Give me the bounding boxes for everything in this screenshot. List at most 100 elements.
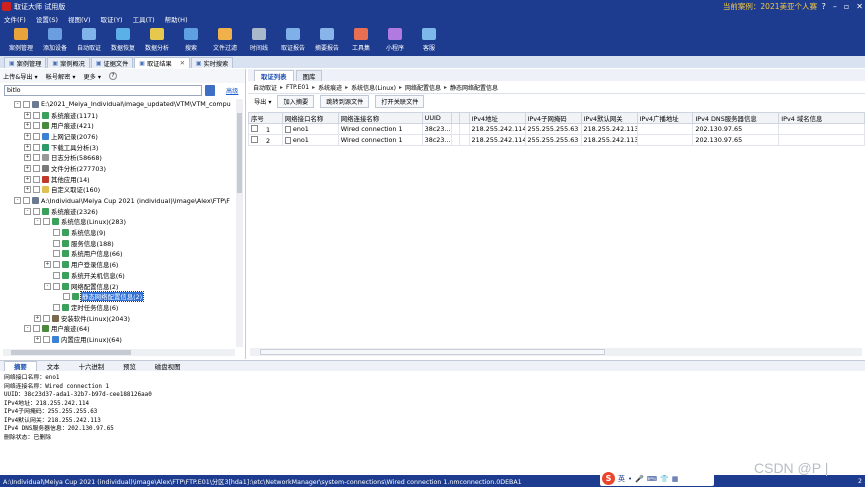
- results-action-button[interactable]: 加入摘要: [277, 94, 315, 108]
- results-horizontal-scrollbar[interactable]: [250, 348, 862, 356]
- tree-checkbox[interactable]: [23, 197, 30, 205]
- column-header[interactable]: IPv4广播地址: [636, 112, 694, 124]
- tree-node[interactable]: 系统开关机信息(6): [0, 270, 236, 281]
- tree-checkbox[interactable]: [33, 325, 40, 333]
- table-row[interactable]: 1 eno1 Wired connection 1 38c23... 218.255.2…: [248, 123, 865, 135]
- tree-checkbox[interactable]: [33, 164, 40, 172]
- results-tab[interactable]: 图库: [295, 70, 323, 81]
- tree-checkbox[interactable]: [33, 207, 40, 215]
- expand-icon[interactable]: +: [24, 132, 31, 140]
- main-tab[interactable]: ▣ 案例管理: [4, 57, 47, 68]
- tree-checkbox[interactable]: [43, 218, 50, 226]
- row-checkbox[interactable]: [251, 135, 258, 143]
- results-action-button[interactable]: 打开关联文件: [375, 94, 425, 108]
- expand-icon[interactable]: +: [24, 111, 31, 119]
- menu-item[interactable]: 设置(S): [36, 14, 58, 24]
- tree-checkbox[interactable]: [23, 100, 30, 108]
- column-header[interactable]: [450, 112, 460, 124]
- collapse-icon[interactable]: -: [44, 282, 51, 290]
- tree-checkbox[interactable]: [43, 335, 50, 343]
- column-header[interactable]: IPv4默认网关: [580, 112, 638, 124]
- breadcrumb-item[interactable]: 网络配置信息: [405, 83, 441, 92]
- tree-node[interactable]: - A:\Individual\Meiya Cup 2021 (individua…: [0, 195, 236, 206]
- help-icon[interactable]: ?: [108, 72, 117, 80]
- tree-vertical-scrollbar[interactable]: [236, 99, 243, 347]
- skin-icon[interactable]: 👕: [660, 475, 669, 483]
- detail-tab[interactable]: 文本: [38, 361, 69, 371]
- toolbar-button[interactable]: 案例管理: [4, 24, 38, 56]
- main-tab[interactable]: ▣ 证据文件: [90, 57, 134, 68]
- advanced-search-link[interactable]: 高级: [226, 86, 238, 95]
- toolbar-button[interactable]: 文件过滤: [208, 24, 242, 56]
- tree-node[interactable]: + 用户登录信息(6): [0, 259, 236, 270]
- tree-checkbox[interactable]: [63, 293, 70, 301]
- scroll-thumb[interactable]: [237, 113, 242, 193]
- menu-item[interactable]: 文件(F): [4, 14, 26, 24]
- column-header[interactable]: IPv4 DNS服务器信息: [692, 112, 780, 124]
- tree-node[interactable]: + 文件分析(277703): [0, 163, 236, 174]
- table-row[interactable]: 2 eno1 Wired connection 1 38c23... 218.255.2…: [248, 134, 865, 146]
- main-tab[interactable]: ▣ 取证结果 ✕: [134, 57, 190, 68]
- tree-checkbox[interactable]: [53, 250, 60, 258]
- column-header[interactable]: IPv4子网掩码: [524, 112, 582, 124]
- collapse-icon[interactable]: -: [24, 207, 31, 215]
- column-header[interactable]: 网络接口名称: [281, 112, 339, 124]
- close-tab-icon[interactable]: ✕: [180, 60, 185, 67]
- tree-checkbox[interactable]: [53, 282, 60, 290]
- collapse-icon[interactable]: -: [14, 197, 21, 205]
- tree-node[interactable]: - 用户痕迹(64): [0, 323, 236, 334]
- expand-icon[interactable]: +: [24, 164, 31, 172]
- collapse-icon[interactable]: -: [24, 325, 31, 333]
- collapse-icon[interactable]: -: [14, 100, 21, 108]
- tree-node[interactable]: + 上网记录(2076): [0, 131, 236, 142]
- row-checkbox[interactable]: [251, 124, 258, 132]
- toolbar-button[interactable]: 添加设备: [38, 24, 72, 56]
- detail-tab[interactable]: 十六进制: [70, 361, 114, 371]
- tree-checkbox[interactable]: [53, 261, 60, 269]
- column-header[interactable]: 序号: [248, 112, 283, 124]
- collapse-icon[interactable]: -: [34, 218, 41, 226]
- sogou-ime-icon[interactable]: S: [602, 472, 615, 485]
- results-action-button[interactable]: 跳转到源文件: [320, 94, 370, 108]
- tree-node[interactable]: 系统用户信息(66): [0, 249, 236, 260]
- tree-checkbox[interactable]: [33, 143, 40, 151]
- tree-checkbox[interactable]: [53, 239, 60, 247]
- scroll-thumb[interactable]: [11, 350, 131, 355]
- help-icon[interactable]: ?: [822, 0, 826, 13]
- tree-node[interactable]: + 其他应用(14): [0, 174, 236, 185]
- column-header[interactable]: UUID: [421, 112, 452, 124]
- column-header[interactable]: IPv4 域名信息: [778, 112, 865, 124]
- expand-icon[interactable]: +: [34, 314, 41, 322]
- tree-node[interactable]: + 内置应用(Linux)(64): [0, 334, 236, 345]
- punctuation-icon[interactable]: •: [628, 475, 632, 483]
- breadcrumb-item[interactable]: 自动取证: [253, 83, 277, 92]
- menu-item[interactable]: 视图(V): [68, 14, 91, 24]
- toolbar-button[interactable]: 摘要报告: [310, 24, 344, 56]
- tree-node[interactable]: 定时任务信息(6): [0, 302, 236, 313]
- tree-checkbox[interactable]: [33, 132, 40, 140]
- tree-checkbox[interactable]: [43, 314, 50, 322]
- expand-icon[interactable]: +: [24, 175, 31, 183]
- breadcrumb-item[interactable]: FTP.E01: [286, 84, 309, 91]
- tree-node[interactable]: + 安装软件(Linux)(2043): [0, 313, 236, 324]
- tree-checkbox[interactable]: [33, 154, 40, 162]
- tree-node[interactable]: + 用户痕迹(421): [0, 120, 236, 131]
- tree-checkbox[interactable]: [53, 303, 60, 311]
- more-menu[interactable]: 更多 ▾: [83, 72, 100, 81]
- column-header[interactable]: 网络连接名称: [337, 112, 423, 124]
- account-decrypt-menu[interactable]: 帐号解密 ▾: [46, 72, 76, 81]
- toolbar-button[interactable]: 取证报告: [276, 24, 310, 56]
- toolbar-button[interactable]: 数据恢复: [106, 24, 140, 56]
- expand-icon[interactable]: +: [34, 335, 41, 343]
- tree-node[interactable]: 静态网络配置信息(2): [0, 291, 236, 303]
- breadcrumb-item[interactable]: 系统信息(Linux): [351, 83, 396, 92]
- toolbar-button[interactable]: 时间线: [242, 24, 276, 56]
- tree-node[interactable]: - 系统痕迹(2326): [0, 206, 236, 217]
- breadcrumb-item[interactable]: 系统痕迹: [318, 83, 342, 92]
- expand-icon[interactable]: +: [24, 154, 31, 162]
- tree-node[interactable]: - 系统信息(Linux)(283): [0, 217, 236, 228]
- column-header[interactable]: IPv4地址: [468, 112, 526, 124]
- tree-node[interactable]: + 下载工具分析(3): [0, 142, 236, 153]
- detail-tab[interactable]: 磁盘视图: [146, 361, 190, 371]
- toolbar-button[interactable]: 小程序: [378, 24, 412, 56]
